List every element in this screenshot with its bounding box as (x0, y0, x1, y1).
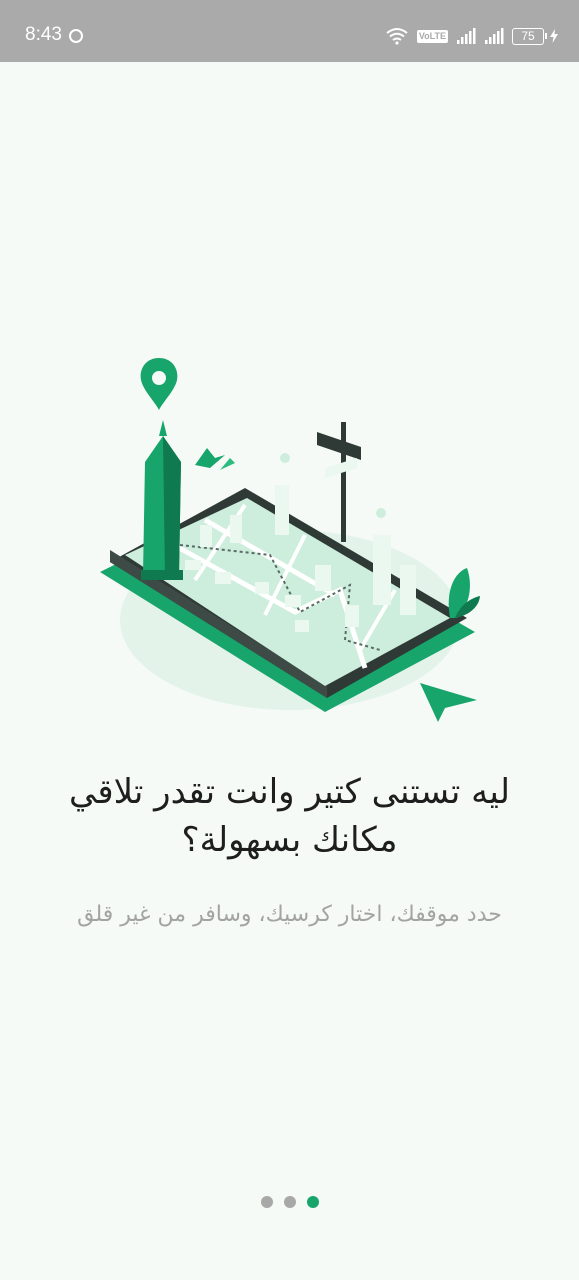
charging-icon (550, 29, 558, 43)
signal-icon-2 (485, 28, 504, 44)
page-dot-1[interactable] (260, 1196, 273, 1208)
page-dot-2[interactable] (283, 1196, 296, 1208)
cursor-arrow-icon (420, 683, 477, 722)
onboarding-title: ليه تستنى كتير وانت تقدر تلاقي مكانك بسه… (40, 768, 539, 864)
status-bar: 8:43 VoLTE 75 (0, 0, 579, 62)
status-time: 8:43 (25, 24, 62, 45)
sync-icon (69, 29, 83, 43)
page-dot-3-active[interactable] (306, 1196, 319, 1208)
signal-icon (457, 28, 476, 44)
battery-icon: 75 (512, 27, 559, 45)
title-line-2: مكانك بسهولة؟ (181, 820, 398, 860)
onboarding-subtitle: حدد موقفك، اختار كرسيك، وسافر من غير قلق (77, 902, 502, 927)
page-indicator (0, 1196, 579, 1208)
status-icons: VoLTE 75 (385, 26, 559, 46)
wifi-icon (386, 28, 408, 45)
city-map-illustration (100, 358, 480, 722)
title-line-1: ليه تستنى كتير وانت تقدر تلاقي (69, 772, 510, 812)
volte-badge: VoLTE (416, 29, 448, 43)
battery-level: 75 (521, 29, 535, 43)
map-pin-icon (140, 358, 178, 410)
